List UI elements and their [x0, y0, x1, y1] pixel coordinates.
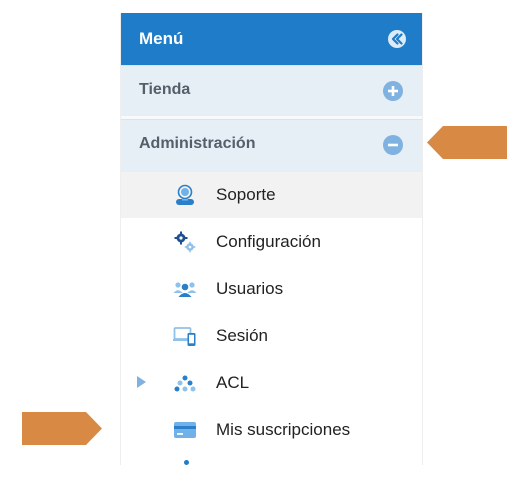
menu-item-soporte[interactable]: Soporte [121, 172, 422, 218]
menu-item-acl[interactable]: ACL [121, 360, 422, 406]
card-icon [174, 422, 196, 438]
menu-item-label: Sesión [216, 326, 268, 345]
menu-item-sesion[interactable]: Sesión [121, 313, 422, 359]
dots-cluster-icon [174, 375, 196, 392]
menu-header: Menú [121, 13, 422, 65]
menu-item-label: Configuración [216, 232, 321, 251]
menu-item-usuarios[interactable]: Usuarios [121, 266, 422, 312]
annotation-arrow-right [22, 412, 102, 445]
menu-item-label: Soporte [216, 185, 276, 204]
menu-title: Menú [139, 29, 184, 48]
double-chevron-left-icon[interactable] [387, 29, 407, 49]
menu-item-label: ACL [216, 373, 250, 392]
section-administracion[interactable]: Administración [121, 119, 422, 172]
annotation-arrow-left [427, 126, 507, 159]
plus-circle-icon[interactable] [383, 81, 403, 101]
menu-item-label: Mis suscripciones [216, 420, 351, 439]
section-label-administracion: Administración [139, 135, 256, 152]
gears-icon [174, 231, 196, 253]
section-tienda[interactable]: Tienda [121, 65, 422, 117]
support-agent-icon [176, 184, 194, 205]
devices-icon [173, 327, 196, 346]
menu-item-label: Usuarios [216, 279, 284, 298]
minus-circle-icon[interactable] [383, 135, 403, 155]
menu-item-mis-suscripciones[interactable]: Mis suscripciones [121, 407, 422, 453]
menu-item-configuracion[interactable]: Configuración [121, 219, 422, 265]
users-icon [173, 282, 197, 297]
side-menu: Menú Tienda Administración Soporte Confi… [120, 13, 423, 465]
next-item-icon-partial [184, 460, 189, 465]
expand-caret-icon[interactable] [137, 376, 146, 388]
section-label-tienda: Tienda [139, 81, 191, 98]
